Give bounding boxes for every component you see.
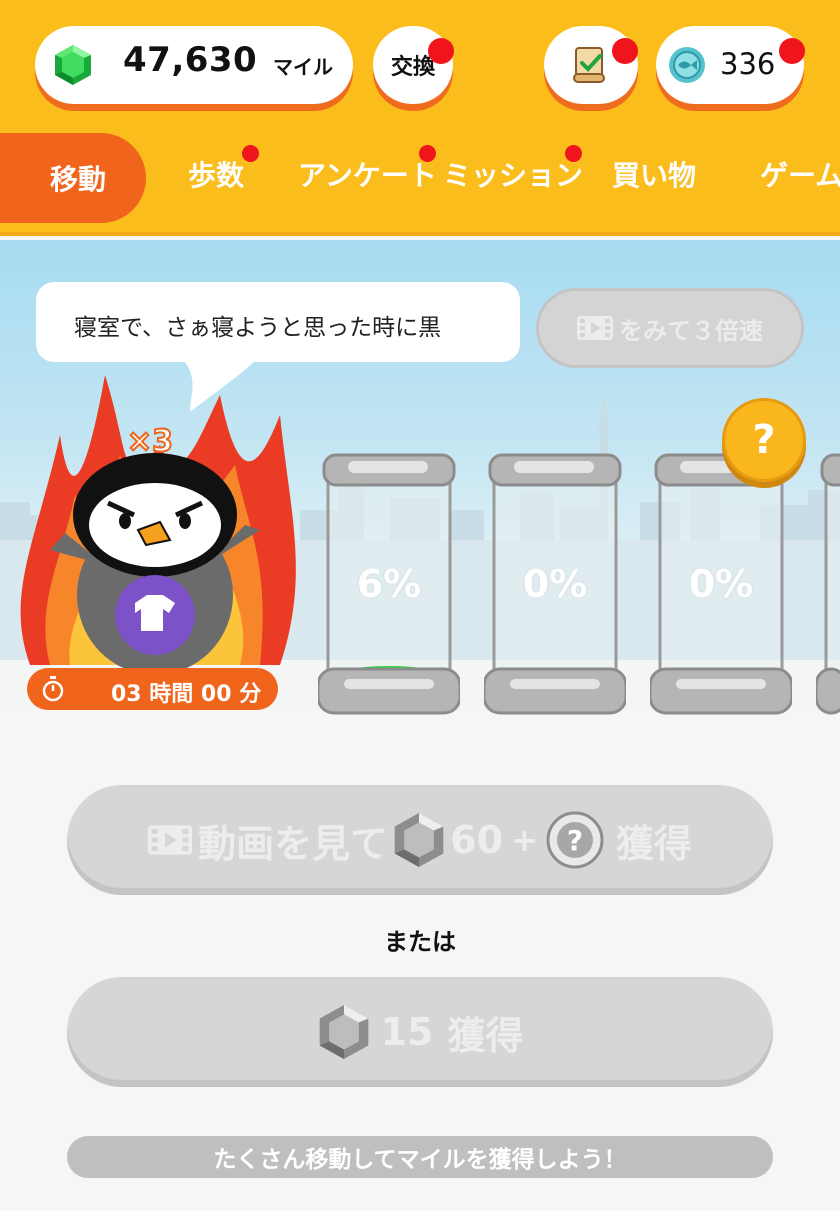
tab-mission-badge <box>565 145 582 162</box>
earn-button-amount: 15 <box>380 1010 434 1054</box>
video-button-plus: + <box>511 821 538 859</box>
tab-move-label: 移動 <box>49 163 106 196</box>
tab-steps-badge <box>242 145 259 162</box>
video-button-prefix: 動画を見て <box>198 821 389 866</box>
exchange-notification-dot <box>428 38 454 64</box>
earn-reward-button[interactable]: 15 獲得 <box>67 977 773 1087</box>
boost-timer-text: 03 時間 00 分 <box>111 682 262 707</box>
watch-video-reward-button[interactable]: 動画を見て 60 + ? 獲得 <box>67 785 773 895</box>
stopwatch-icon <box>42 676 64 702</box>
help-question-label: ? <box>752 417 776 463</box>
video-button-amount: 60 <box>450 818 504 862</box>
earn-button-suffix: 獲得 <box>447 1013 524 1058</box>
coin-balance[interactable]: 336 <box>656 26 804 104</box>
or-separator: または <box>384 928 456 956</box>
video-icon <box>577 316 613 340</box>
jar-1-percent: 6% <box>356 562 422 606</box>
fish-coin-icon <box>669 47 705 83</box>
tab-move[interactable]: 移動 <box>0 133 146 223</box>
speed-button-label: をみて３倍速 <box>619 316 763 345</box>
video-button-suffix: 獲得 <box>615 821 692 866</box>
jar-3-percent: 0% <box>688 562 754 606</box>
top-header: 47,630 マイル 交換 336 移動 歩数 アンケート ミッション 買い物 … <box>0 0 840 236</box>
green-gem-icon <box>55 45 91 85</box>
tab-game[interactable]: ゲーム <box>760 154 840 194</box>
tab-shopping[interactable]: 買い物 <box>612 154 696 194</box>
tab-survey-badge <box>419 145 436 162</box>
tab-mission[interactable]: ミッション <box>443 154 583 194</box>
gray-gem-icon <box>394 813 444 867</box>
coin-value: 336 <box>720 47 776 81</box>
speech-bubble: 寝室で、さぁ寝ようと思った時に黒 <box>36 282 520 362</box>
video-icon <box>148 825 193 855</box>
penguin-character: ×3 <box>20 375 296 675</box>
jar-2-percent: 0% <box>522 562 588 606</box>
gray-gem-icon <box>319 1005 368 1059</box>
tab-survey[interactable]: アンケート <box>298 154 437 194</box>
boost-timer: 03 時間 00 分 <box>27 668 278 710</box>
svg-text:?: ? <box>567 824 583 857</box>
info-banner: たくさん移動してマイルを獲得しよう！ <box>67 1136 773 1178</box>
mystery-ball-icon: ? <box>546 811 604 869</box>
tab-steps[interactable]: 歩数 <box>188 154 244 194</box>
miles-balance[interactable]: 47,630 マイル <box>35 26 353 104</box>
miles-value: 47,630 <box>123 40 258 80</box>
help-question-button[interactable]: ? <box>722 398 806 482</box>
coin-notification-dot <box>779 38 805 64</box>
miles-unit: マイル <box>273 55 333 79</box>
watch-video-speed-button[interactable]: をみて３倍速 <box>536 288 804 368</box>
info-banner-text: たくさん移動してマイルを獲得しよう！ <box>213 1147 627 1173</box>
mission-notification-dot <box>612 38 638 64</box>
mileage-jar-4-partial[interactable] <box>816 445 840 715</box>
speech-bubble-text: 寝室で、さぁ寝ようと思った時に黒 <box>74 315 442 341</box>
scroll-check-icon <box>573 47 605 83</box>
